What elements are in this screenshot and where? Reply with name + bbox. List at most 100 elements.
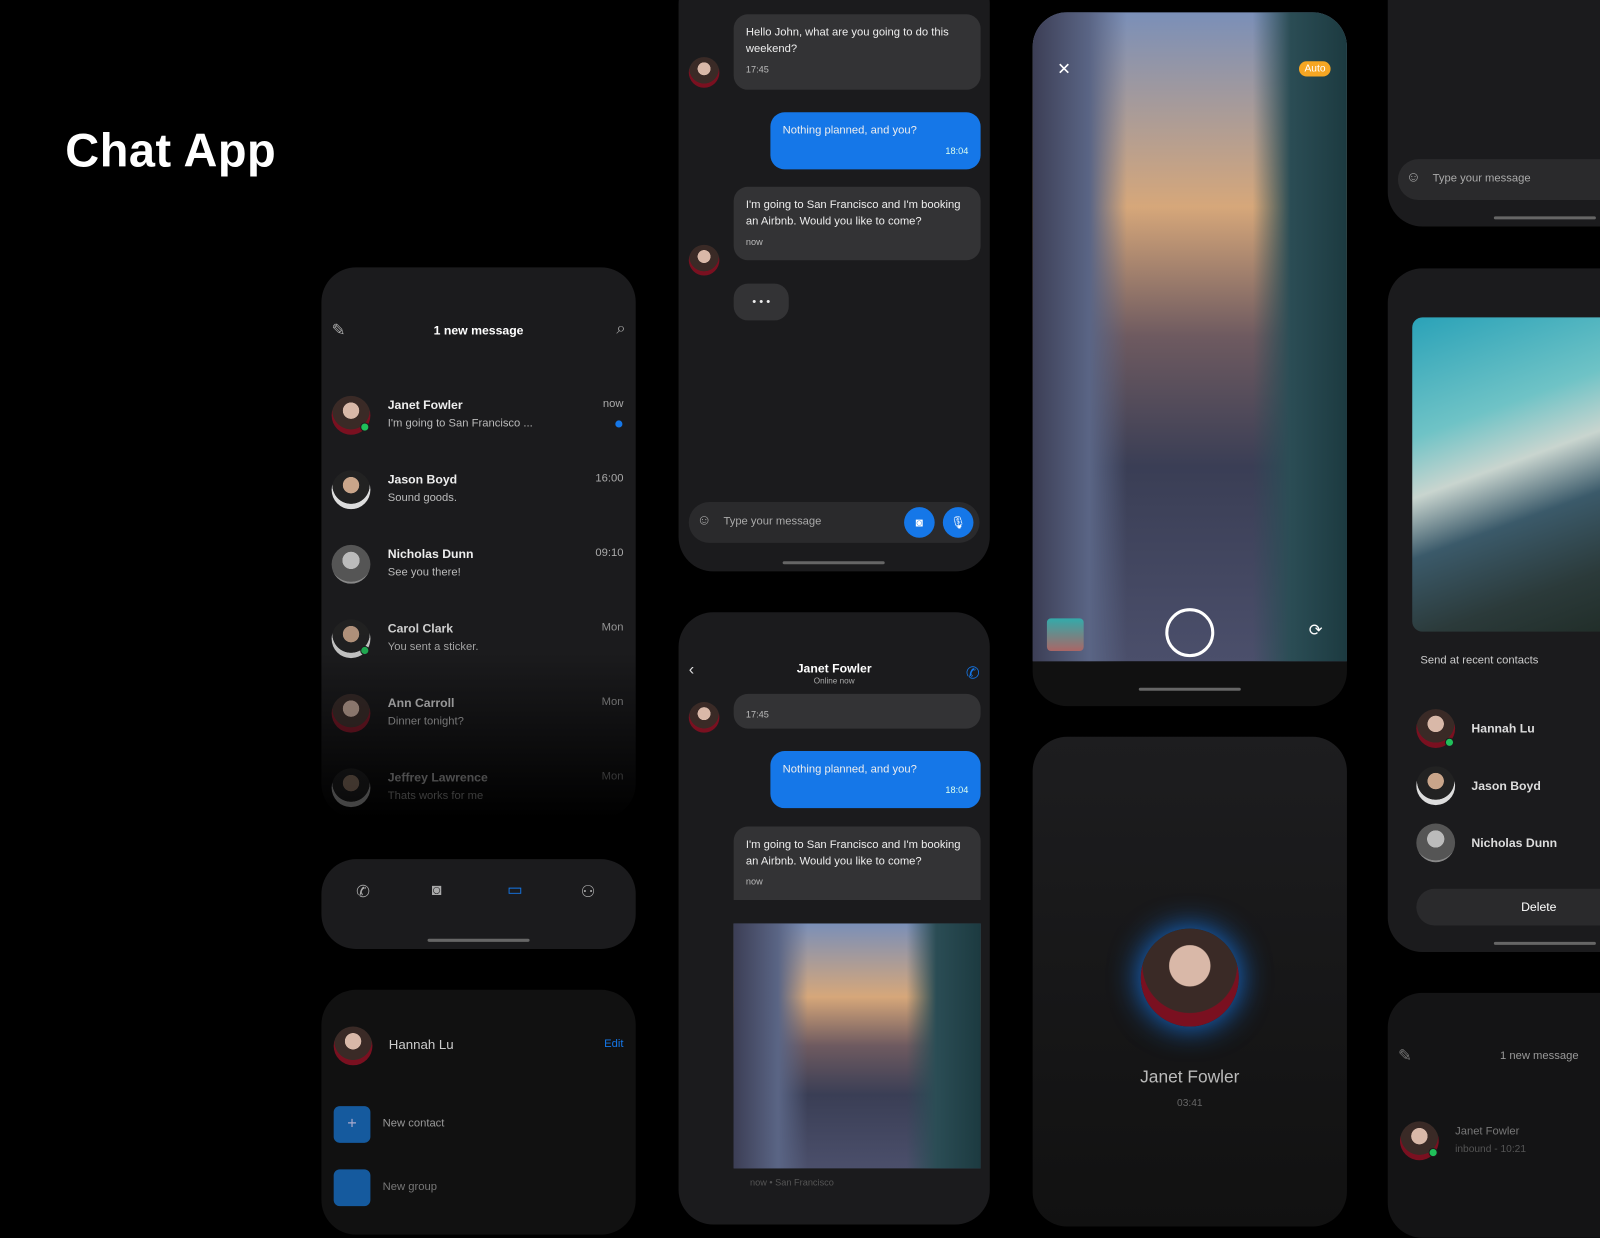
call-screen: Janet Fowler 03:41 xyxy=(1032,736,1347,1227)
home-indicator xyxy=(782,561,885,565)
caller-name: Janet Fowler xyxy=(1140,1067,1240,1087)
contact-name: Carol Clark xyxy=(387,621,454,636)
message-time: Mon xyxy=(601,621,624,634)
menu-new-contact[interactable]: New contact xyxy=(383,1117,445,1129)
list-header: 1 new message xyxy=(1499,1049,1579,1063)
camera-viewfinder xyxy=(1032,12,1347,662)
message-bubble: Hello John, what are you going to do thi… xyxy=(733,14,981,90)
shared-photo[interactable] xyxy=(733,923,981,1169)
message-time: 09:10 xyxy=(595,546,624,560)
tab-camera-icon[interactable]: ◙ xyxy=(432,882,442,900)
tab-contacts-icon[interactable]: ⚇ xyxy=(581,882,596,902)
conversation-row[interactable]: Nicholas Dunn See you there! 09:10 xyxy=(321,541,635,615)
new-group-icon xyxy=(333,1169,371,1207)
message-input[interactable]: ☺ Type your message xyxy=(1397,159,1600,200)
avatar xyxy=(1416,766,1456,806)
emoji-icon[interactable]: ☺ xyxy=(697,511,712,527)
menu-new-group[interactable]: New group xyxy=(383,1181,437,1193)
contact-name: Janet Fowler xyxy=(387,397,463,413)
message-time: now xyxy=(602,397,624,411)
message-time: Mon xyxy=(601,770,624,783)
chat-screen: Hello John, what are you going to do thi… xyxy=(678,0,990,572)
contact-name: Nicholas Dunn xyxy=(1471,835,1558,850)
contact-preview: inbound - 10:21 xyxy=(1455,1143,1527,1156)
message-time: Mon xyxy=(601,695,624,709)
message-bubble: 17:45 xyxy=(733,693,981,729)
photo-caption: now • San Francisco xyxy=(749,1177,834,1188)
online-indicator xyxy=(1428,1147,1438,1158)
compose-icon[interactable]: ✎ xyxy=(1398,1046,1412,1066)
call-duration: 03:41 xyxy=(1177,1097,1203,1110)
chat-input-screen: ☺ Type your message xyxy=(1387,0,1600,227)
camera-button[interactable]: ◙ xyxy=(904,507,935,538)
share-label: Send at recent contacts xyxy=(1420,654,1539,667)
message-time: 16:00 xyxy=(595,472,624,485)
message-preview: Dinner tonight? xyxy=(387,715,464,728)
tab-chat-icon[interactable]: ▭ xyxy=(507,880,522,900)
home-indicator xyxy=(427,938,530,942)
contact-name: Hannah Lu xyxy=(1471,721,1535,736)
conversation-row[interactable]: Jason Boyd Sound goods. 16:00 xyxy=(321,466,635,540)
contact-name: Janet Fowler xyxy=(796,661,872,676)
message-bubble-own: Nothing planned, and you? 18:04 xyxy=(770,112,981,170)
search-icon[interactable]: ⌕ xyxy=(616,320,625,338)
avatar xyxy=(688,244,720,276)
message-input[interactable]: ☺ Type your message ◙ 🎙 xyxy=(688,502,980,543)
unread-indicator xyxy=(615,420,623,428)
list-header: 1 new message xyxy=(433,323,524,338)
avatar xyxy=(1416,823,1456,863)
call-icon[interactable]: ✆ xyxy=(966,663,980,683)
share-screen: Send at recent contacts Hannah Lu Jason … xyxy=(1387,268,1600,953)
home-indicator xyxy=(1493,216,1596,220)
online-indicator xyxy=(360,645,370,656)
conversation-row[interactable]: Janet Fowler I'm going to San Francisco … xyxy=(321,392,635,466)
recent-contact[interactable]: Nicholas Dunn xyxy=(1388,823,1600,897)
contact-name: Janet Fowler xyxy=(1455,1125,1520,1138)
switch-camera-icon[interactable]: ⟳ xyxy=(1309,620,1323,640)
user-name: Hannah Lu xyxy=(388,1036,454,1053)
delete-button[interactable]: Delete xyxy=(1416,888,1600,926)
gallery-thumbnail[interactable] xyxy=(1046,618,1084,652)
close-icon[interactable]: ✕ xyxy=(1057,59,1071,79)
message-preview: Sound goods. xyxy=(387,491,458,505)
contact-name: Jeffrey Lawrence xyxy=(387,770,488,785)
conversation-screen: ‹ Janet Fowler Online now ✆ 17:45 Nothin… xyxy=(678,612,990,1225)
shutter-button[interactable] xyxy=(1165,608,1215,658)
message-preview: Thats works for me xyxy=(387,789,484,803)
message-preview: See you there! xyxy=(387,566,461,579)
avatar xyxy=(688,57,720,88)
page-title: Chat App xyxy=(65,123,277,177)
emoji-icon[interactable]: ☺ xyxy=(1406,168,1421,184)
tab-bar: ✆ ◙ ▭ ⚇ xyxy=(321,859,636,949)
menu-screen: Hannah Lu Edit + New contact New group xyxy=(321,989,636,1235)
avatar xyxy=(331,544,371,584)
avatar xyxy=(331,693,371,733)
chat-list-screen-2: ✎ 1 new message Janet Fowler inbound - 1… xyxy=(1387,992,1600,1238)
message-preview: I'm going to San Francisco ... xyxy=(387,417,533,430)
avatar xyxy=(331,768,371,808)
conversation-row[interactable]: Carol Clark You sent a sticker. Mon xyxy=(321,615,635,689)
home-indicator xyxy=(1493,941,1596,945)
message-bubble: I'm going to San Francisco and I'm booki… xyxy=(733,826,981,900)
message-bubble: I'm going to San Francisco and I'm booki… xyxy=(733,186,981,261)
edit-link[interactable]: Edit xyxy=(604,1038,623,1050)
message-preview: You sent a sticker. xyxy=(387,640,479,654)
conversation-row[interactable]: Ann Carroll Dinner tonight? Mon xyxy=(321,690,635,764)
tab-phone-icon[interactable]: ✆ xyxy=(356,882,370,902)
shared-photo xyxy=(1412,317,1600,632)
conversation-row[interactable]: Jeffrey Lawrence Thats works for me Mon xyxy=(321,764,635,818)
chat-list-screen: ✎ 1 new message ⌕ Janet Fowler I'm going… xyxy=(321,267,636,819)
online-indicator xyxy=(1444,737,1455,747)
contact-name: Jason Boyd xyxy=(1471,778,1541,793)
typing-indicator: • • • xyxy=(733,283,789,321)
mic-button[interactable]: 🎙 xyxy=(942,507,974,538)
new-contact-icon: + xyxy=(333,1106,371,1143)
message-bubble-own: Nothing planned, and you? 18:04 xyxy=(770,751,981,809)
contact-name: Jason Boyd xyxy=(387,472,458,487)
camera-screen: ✕ Auto ⟳ xyxy=(1032,12,1347,707)
online-indicator xyxy=(360,422,370,432)
input-placeholder: Type your message xyxy=(723,515,822,528)
contact-name: Nicholas Dunn xyxy=(387,546,474,562)
caller-avatar xyxy=(1140,928,1239,1027)
flash-auto-badge[interactable]: Auto xyxy=(1299,61,1331,77)
